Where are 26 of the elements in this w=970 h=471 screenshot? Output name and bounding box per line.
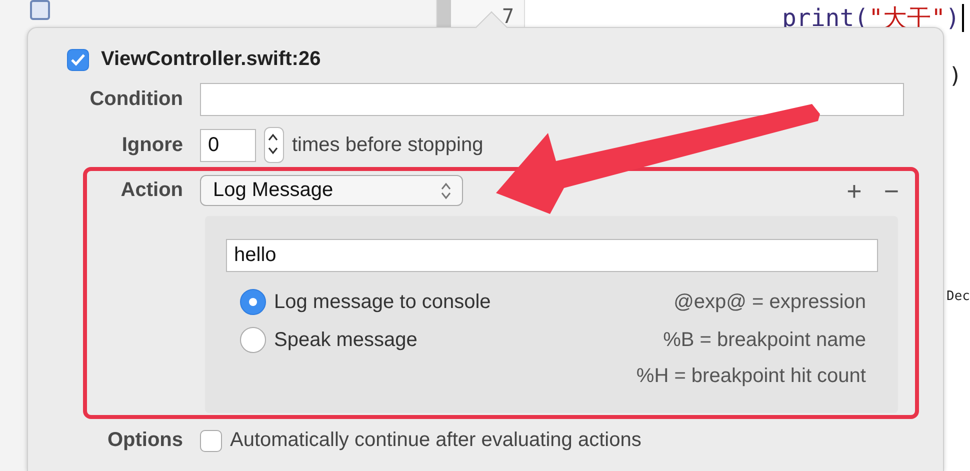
condition-field[interactable] xyxy=(200,83,904,116)
radio-option[interactable]: Speak message xyxy=(240,327,636,353)
chevron-up-down-icon xyxy=(440,180,452,200)
file-icon xyxy=(30,0,50,20)
hint-text: @exp@ = expression xyxy=(674,290,866,314)
stepper[interactable] xyxy=(264,127,284,163)
field-label: Condition xyxy=(90,88,183,111)
action-popup[interactable]: Log Message xyxy=(200,175,463,206)
add-button[interactable]: + xyxy=(842,178,866,204)
field-label: Action xyxy=(120,179,183,202)
checkmark-icon xyxy=(71,54,85,66)
hint-text: %B = breakpoint name xyxy=(663,328,866,352)
code-text: ) xyxy=(948,64,962,89)
remove-button[interactable]: − xyxy=(880,178,903,204)
ignore-count-field[interactable]: 0 xyxy=(200,128,256,162)
checkbox[interactable] xyxy=(67,48,89,70)
hint-text: %H = breakpoint hit count xyxy=(636,365,866,388)
code-text: Dec xyxy=(946,289,970,304)
message-field[interactable]: hello xyxy=(226,239,878,272)
checkbox[interactable] xyxy=(200,430,222,452)
radio-option[interactable]: Log message to console xyxy=(240,289,636,315)
field-label: Options xyxy=(107,429,183,452)
field-label: Ignore xyxy=(122,134,183,156)
ignore-suffix: times before stopping xyxy=(292,134,484,156)
breakpoint-title: ViewController.swift:26 xyxy=(101,48,321,71)
option-text: Automatically continue after evaluating actions xyxy=(230,429,642,452)
